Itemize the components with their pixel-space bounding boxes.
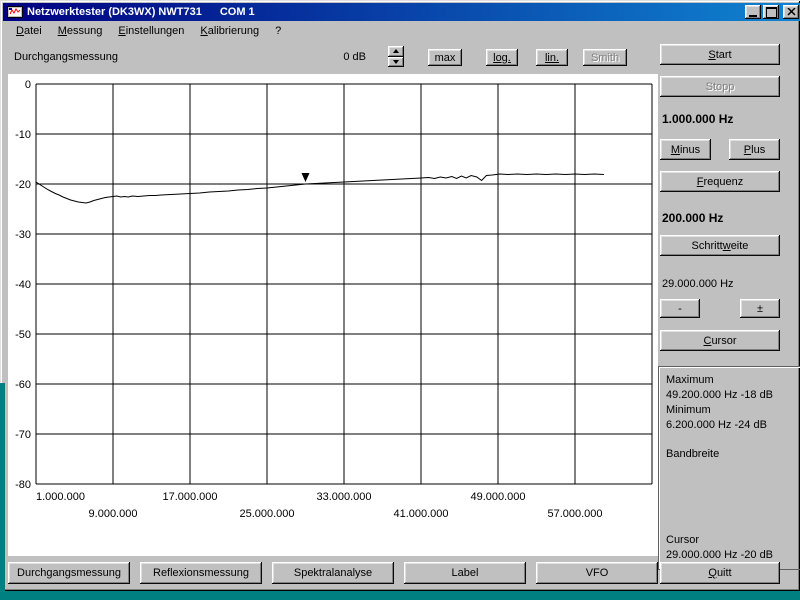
attenuation-spinner [388, 46, 404, 67]
cursor-label: Cursor [666, 533, 794, 548]
minus-button[interactable]: Minus [660, 139, 711, 160]
maximize-icon [766, 7, 777, 18]
spacer [666, 433, 794, 447]
decrement-button[interactable]: - [660, 299, 700, 318]
x-tick-label: 41.000.000 [393, 508, 448, 520]
plus-button[interactable]: Plus [729, 139, 780, 160]
attenuation-value: 0 dB [322, 51, 366, 63]
maximum-label: Maximum [666, 373, 794, 388]
plusminus-button[interactable]: ± [740, 299, 780, 318]
step-frequency-value: 200.000 Hz [662, 211, 723, 225]
menu-item-datei[interactable]: Datei [8, 23, 50, 39]
menu-item-einstellungen[interactable]: Einstellungen [110, 23, 192, 39]
y-tick-label: -20 [15, 179, 31, 191]
minimum-value: 6.200.000 Hz -24 dB [666, 418, 794, 433]
y-tick-label: -80 [15, 479, 31, 491]
measurement-info-box: Maximum 49.200.000 Hz -18 dB Minimum 6.2… [658, 366, 800, 570]
window-title: Netzwerktester (DK3WX) NWT731 [27, 6, 202, 18]
y-tick-label: -50 [15, 329, 31, 341]
vfo-button[interactable]: VFO [536, 562, 658, 584]
schrittweite-button[interactable]: Schrittweite [660, 235, 780, 256]
cursor-value: 29.000.000 Hz -20 dB [666, 548, 794, 563]
arrow-down-icon [393, 60, 399, 64]
y-tick-label: 0 [25, 79, 31, 91]
arrow-up-icon [393, 49, 399, 53]
y-tick-label: -70 [15, 429, 31, 441]
smith-button[interactable]: Smith [583, 49, 627, 66]
label-button[interactable]: Label [404, 562, 526, 584]
spacer [666, 462, 794, 533]
y-tick-label: -10 [15, 129, 31, 141]
bandbreite-label: Bandbreite [666, 447, 794, 462]
minimum-label: Minimum [666, 403, 794, 418]
minimize-button[interactable] [745, 5, 761, 19]
menu-item-help[interactable]: ? [267, 23, 289, 39]
cursor-button[interactable]: Cursor [660, 330, 780, 351]
x-tick-label: 49.000.000 [470, 491, 525, 503]
close-button[interactable] [783, 5, 799, 19]
spektralanalyse-button[interactable]: Spektralanalyse [272, 562, 394, 584]
app-window: Netzwerktester (DK3WX) NWT731 COM 1 Date… [0, 0, 800, 591]
cursor-marker [302, 173, 310, 182]
reflexionsmessung-button[interactable]: Reflexionsmessung [140, 562, 262, 584]
start-button[interactable]: Start [660, 44, 780, 65]
x-tick-label: 25.000.000 [239, 508, 294, 520]
start-frequency-value: 1.000.000 Hz [662, 112, 733, 126]
minimize-icon [749, 15, 757, 17]
x-tick-label: 57.000.000 [547, 508, 602, 520]
menu-item-messung[interactable]: Messung [50, 23, 111, 39]
app-icon [7, 5, 23, 19]
chart-panel: 0 -10 -20 -30 -40 -50 -60 -70 -80 1.000.000 17.000… [8, 74, 658, 556]
log-button[interactable]: log. [486, 49, 518, 66]
measurement-chart[interactable]: 0 -10 -20 -30 -40 -50 -60 -70 -80 1.000.000 17.000… [8, 74, 658, 556]
stopp-button[interactable]: Stopp [660, 76, 780, 97]
maximum-value: 49.200.000 Hz -18 dB [666, 388, 794, 403]
max-button[interactable]: max [428, 49, 462, 66]
y-tick-label: -30 [15, 229, 31, 241]
x-tick-label: 9.000.000 [89, 508, 138, 520]
menu-item-kalibrierung[interactable]: Kalibrierung [192, 23, 267, 39]
menubar: Datei Messung Einstellungen Kalibrierung… [3, 21, 800, 40]
quitt-button[interactable]: Quitt [660, 562, 780, 584]
lin-button[interactable]: lin. [536, 49, 568, 66]
titlebar: Netzwerktester (DK3WX) NWT731 COM 1 [3, 3, 800, 21]
maximize-button[interactable] [763, 5, 779, 19]
x-tick-label: 17.000.000 [162, 491, 217, 503]
frequenz-button[interactable]: Frequenz [660, 171, 780, 192]
spinner-up-button[interactable] [388, 46, 404, 57]
durchgangsmessung-button[interactable]: Durchgangsmessung [8, 562, 130, 584]
mode-label: Durchgangsmessung [14, 51, 118, 63]
x-tick-label: 33.000.000 [316, 491, 371, 503]
spinner-down-button[interactable] [388, 57, 404, 68]
trace-line [36, 174, 604, 203]
window-title-com-port: COM 1 [220, 6, 255, 18]
desktop-background-strip [0, 383, 5, 600]
y-tick-label: -60 [15, 379, 31, 391]
cursor-frequency-value: 29.000.000 Hz [662, 278, 734, 290]
x-tick-label: 1.000.000 [36, 491, 85, 503]
close-icon [787, 8, 796, 16]
y-tick-label: -40 [15, 279, 31, 291]
